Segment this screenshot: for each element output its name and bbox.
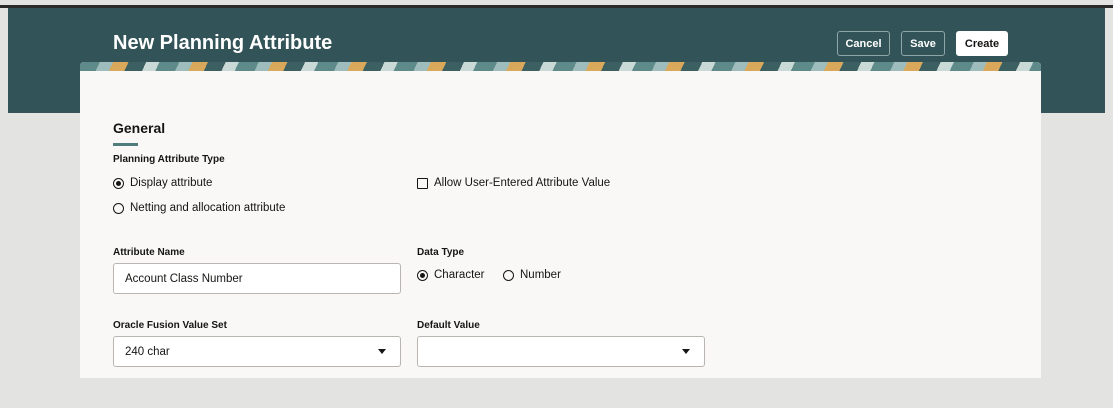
allow-user-entered-checkbox[interactable]: Allow User-Entered Attribute Value <box>417 177 610 189</box>
radio-label: Number <box>520 269 561 281</box>
default-value-select[interactable] <box>417 336 705 367</box>
radio-selected-icon <box>113 177 124 189</box>
value-set-label: Oracle Fusion Value Set <box>113 320 227 331</box>
form-card: General Planning Attribute Type Display … <box>80 62 1041 378</box>
create-button[interactable]: Create <box>956 31 1008 56</box>
radio-character[interactable]: Character <box>417 269 485 281</box>
radio-netting-attribute[interactable]: Netting and allocation attribute <box>113 202 285 214</box>
checkbox-label: Allow User-Entered Attribute Value <box>434 177 611 189</box>
save-button[interactable]: Save <box>901 31 945 56</box>
radio-display-attribute[interactable]: Display attribute <box>113 177 212 189</box>
radio-icon <box>503 269 514 281</box>
page-title: New Planning Attribute <box>113 32 333 54</box>
data-type-label: Data Type <box>417 247 465 258</box>
caret-down-icon <box>682 349 690 354</box>
decorative-banner <box>80 62 1041 71</box>
select-value: 240 char <box>125 345 170 358</box>
attribute-name-input[interactable]: Account Class Number <box>113 263 401 294</box>
value-set-select[interactable]: 240 char <box>113 336 401 367</box>
radio-icon <box>113 202 124 214</box>
cancel-button[interactable]: Cancel <box>837 31 890 56</box>
radio-label: Display attribute <box>130 177 213 189</box>
caret-down-icon <box>378 349 386 354</box>
attribute-type-label: Planning Attribute Type <box>113 154 225 165</box>
default-value-label: Default Value <box>417 320 480 331</box>
input-value: Account Class Number <box>125 272 243 285</box>
attribute-name-label: Attribute Name <box>113 247 185 258</box>
section-underline <box>113 143 138 146</box>
radio-label: Netting and allocation attribute <box>130 202 286 214</box>
radio-selected-icon <box>417 269 428 281</box>
checkbox-icon <box>417 177 428 189</box>
radio-label: Character <box>434 269 485 281</box>
radio-number[interactable]: Number <box>503 269 561 281</box>
section-title: General <box>113 120 166 136</box>
